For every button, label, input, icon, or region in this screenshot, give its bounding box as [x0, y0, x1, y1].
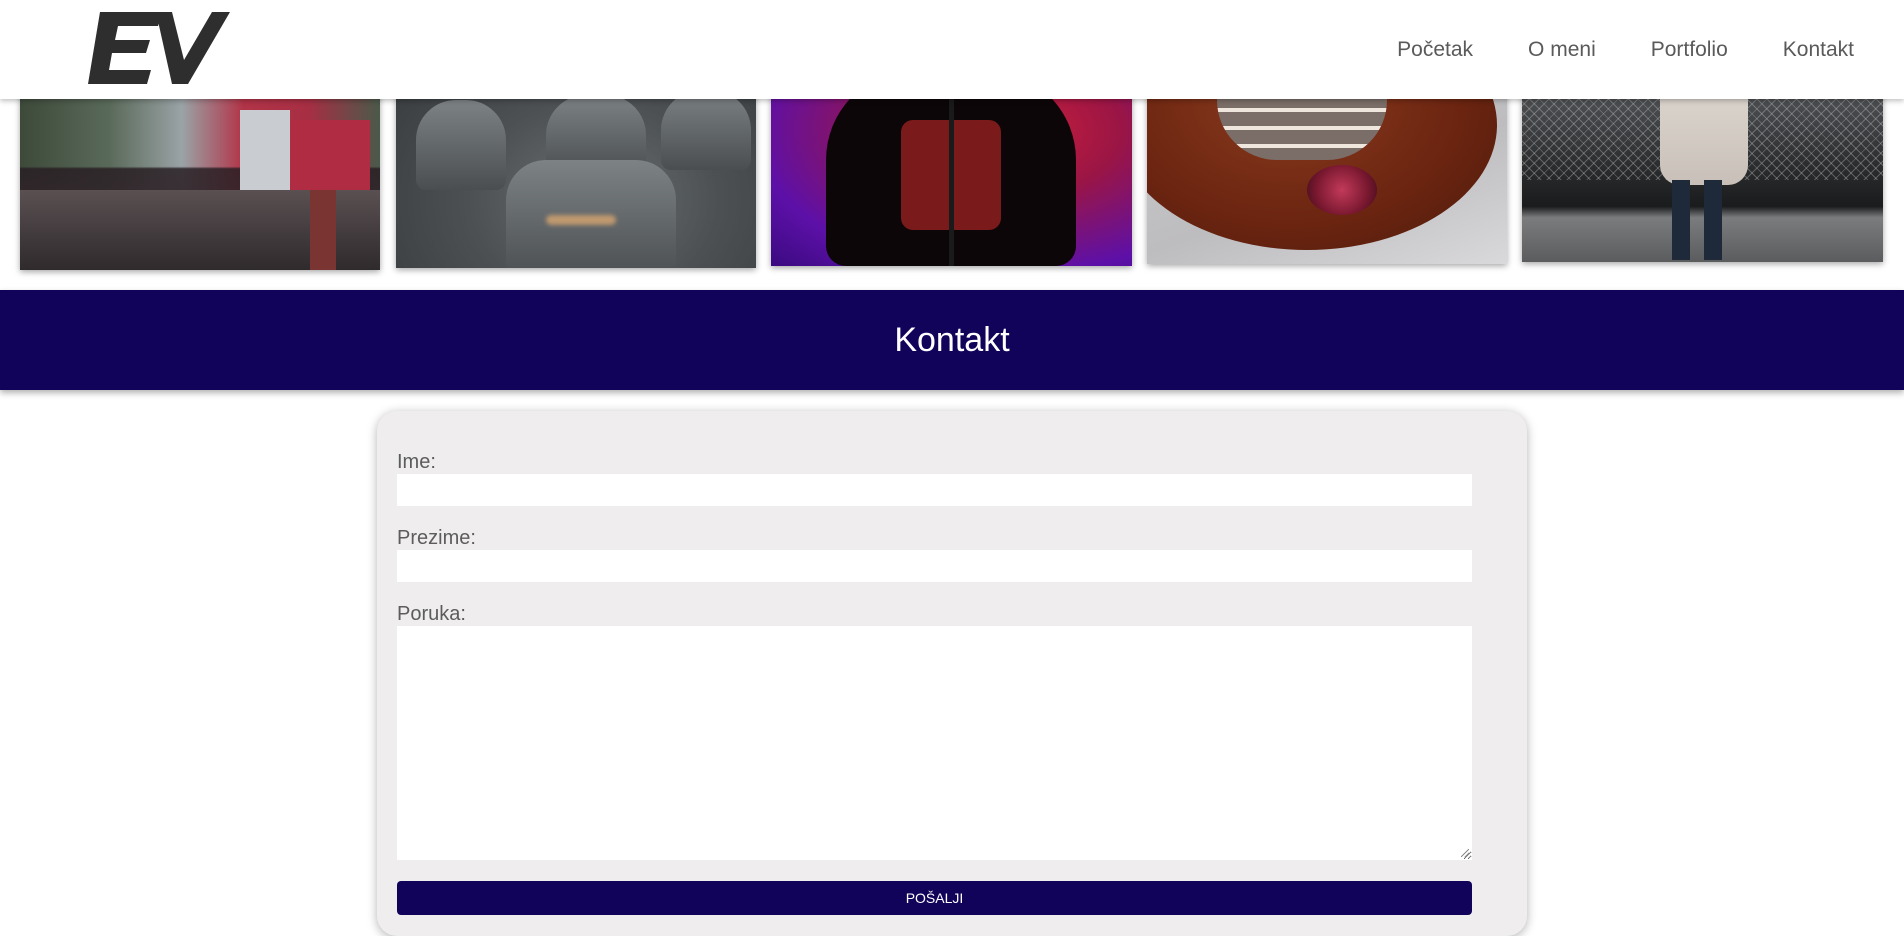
nav-link-kontakt[interactable]: Kontakt	[1783, 38, 1854, 62]
contact-form: Ime: Prezime: Poruka: POŠALJI	[377, 411, 1527, 936]
message-textarea[interactable]	[397, 626, 1472, 860]
nav-link-portfolio[interactable]: Portfolio	[1651, 38, 1728, 62]
main-nav: Početak O meni Portfolio Kontakt	[1397, 38, 1854, 62]
ev-logo[interactable]	[88, 12, 230, 86]
message-wrapper	[377, 626, 1527, 860]
first-name-label: Ime:	[397, 451, 436, 473]
submit-button[interactable]: POŠALJI	[397, 881, 1472, 915]
last-name-label: Prezime:	[397, 527, 476, 549]
contact-banner: Kontakt	[0, 290, 1904, 390]
nav-link-o-meni[interactable]: O meni	[1528, 38, 1596, 62]
last-name-input[interactable]	[397, 550, 1472, 582]
resize-handle-icon[interactable]	[1461, 849, 1469, 857]
first-name-input[interactable]	[397, 474, 1472, 506]
contact-title: Kontakt	[894, 320, 1010, 359]
site-header: Početak O meni Portfolio Kontakt	[0, 0, 1904, 99]
message-label: Poruka:	[397, 603, 466, 625]
nav-link-pocetak[interactable]: Početak	[1397, 38, 1473, 62]
